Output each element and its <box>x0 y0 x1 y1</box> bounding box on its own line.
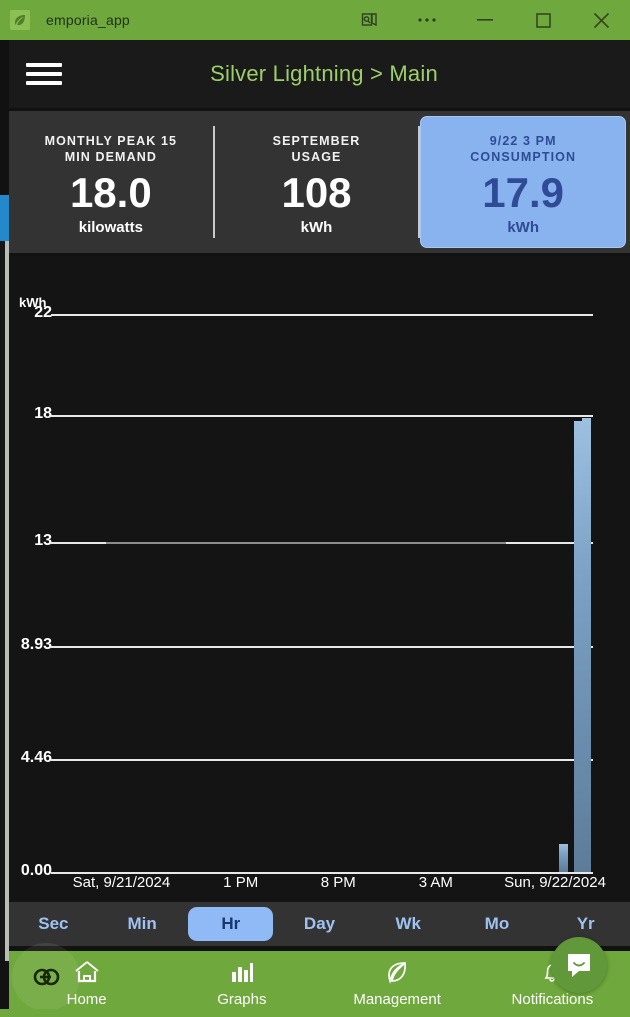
stat-caption-line2: USAGE <box>291 149 342 164</box>
y-gridline: 0.00 <box>9 862 630 879</box>
range-tab-yr[interactable]: Yr <box>543 907 628 941</box>
stat-card-monthly-peak[interactable]: MONTHLY PEAK 15 MIN DEMAND 18.0 kilowatt… <box>9 111 213 253</box>
x-axis-tick-label: 3 AM <box>418 874 453 891</box>
y-axis-tick-label: 4.46 <box>20 748 52 766</box>
x-axis-tick-label: Sun, 9/22/2024 <box>504 874 606 891</box>
range-tab-wk[interactable]: Wk <box>366 907 451 941</box>
stat-unit: kWh <box>300 218 333 236</box>
stat-card-september-usage[interactable]: SEPTEMBER USAGE 108 kWh <box>215 111 419 253</box>
time-range-tabs[interactable]: Sec Min Hr Day Wk Mo Yr <box>9 902 630 946</box>
stat-unit: kWh <box>507 218 540 236</box>
stat-caption-line1: 9/22 3 PM <box>489 133 557 148</box>
bottom-navigation: Home Graphs Management Notifications <box>9 951 630 1017</box>
chart-plot-area[interactable]: 0.00 4.46 8.93 13 18 22 <box>9 256 630 902</box>
stat-caption-line1: MONTHLY PEAK 15 <box>44 133 178 148</box>
stat-value: 108 <box>281 168 352 216</box>
x-axis-labels: Sat, 9/21/2024 1 PM 8 PM 3 AM Sun, 9/22/2024 <box>51 874 606 900</box>
screen-capture-icon[interactable] <box>340 0 398 40</box>
y-axis-tick-label: 22 <box>34 304 52 321</box>
leaf-icon <box>10 10 30 30</box>
range-tab-hr[interactable]: Hr <box>188 907 274 941</box>
bar-chart-icon <box>229 960 255 989</box>
more-options-icon[interactable] <box>398 0 456 40</box>
range-tab-min[interactable]: Min <box>100 907 185 941</box>
minimize-icon[interactable] <box>456 0 514 40</box>
close-icon[interactable] <box>572 0 630 40</box>
y-axis-tick-label: 18 <box>34 405 52 423</box>
stat-caption-line1: SEPTEMBER <box>272 133 361 148</box>
x-axis-tick-label: 8 PM <box>320 874 356 891</box>
stat-card-consumption-selected[interactable]: 9/22 3 PM CONSUMPTION 17.9 kWh <box>420 116 627 248</box>
window-title: emporia_app <box>46 12 130 28</box>
nav-item-management[interactable]: Management <box>320 951 475 1017</box>
range-tab-sec[interactable]: Sec <box>11 907 96 941</box>
window-titlebar: emporia_app <box>0 0 630 40</box>
stat-caption: 9/22 3 PM CONSUMPTION <box>470 133 576 165</box>
nav-item-graphs[interactable]: Graphs <box>164 951 319 1017</box>
nav-label: Management <box>353 991 441 1008</box>
leaf-icon <box>384 960 410 989</box>
stat-caption-line2: CONSUMPTION <box>470 149 577 164</box>
chart-bar[interactable] <box>559 844 569 872</box>
range-tab-day[interactable]: Day <box>277 907 362 941</box>
chart-bar[interactable] <box>582 418 592 872</box>
y-axis-tick-label: 0.00 <box>20 862 52 879</box>
stat-value: 18.0 <box>69 168 152 216</box>
bottom-green-strip <box>0 1009 630 1017</box>
stat-caption: MONTHLY PEAK 15 MIN DEMAND <box>45 133 178 165</box>
y-axis-tick-label: 8.93 <box>20 635 52 653</box>
left-edge-dark-strip <box>0 40 9 195</box>
stat-caption-line2: MIN DEMAND <box>64 149 157 164</box>
stat-value: 17.9 <box>482 168 565 216</box>
y-axis-tick-label: 13 <box>34 532 52 550</box>
nav-label: Graphs <box>217 991 267 1008</box>
page-title: Silver Lightning > Main <box>210 61 438 86</box>
nav-label: Notifications <box>511 991 594 1008</box>
consumption-chart[interactable]: kWh 0.00 4.46 8.93 13 18 22 Sat, 9/21/2024 1 P… <box>9 256 630 902</box>
stat-unit: kilowatts <box>78 218 143 236</box>
stats-row: MONTHLY PEAK 15 MIN DEMAND 18.0 kilowatt… <box>9 111 630 253</box>
left-edge-inner-strip <box>0 241 5 961</box>
chat-bubble-icon[interactable] <box>551 937 607 993</box>
x-axis-tick-label: Sat, 9/21/2024 <box>72 874 171 891</box>
maximize-icon[interactable] <box>514 0 572 40</box>
chart-bar[interactable] <box>573 420 583 872</box>
x-axis-tick-label: 1 PM <box>223 874 259 891</box>
stat-caption: SEPTEMBER USAGE <box>273 133 361 165</box>
left-edge-blue-indicator <box>0 195 9 241</box>
range-tab-mo[interactable]: Mo <box>455 907 540 941</box>
chain-link-icon[interactable] <box>12 943 80 1011</box>
chart-bars <box>51 314 593 872</box>
app-header: Silver Lightning > Main <box>9 40 630 108</box>
